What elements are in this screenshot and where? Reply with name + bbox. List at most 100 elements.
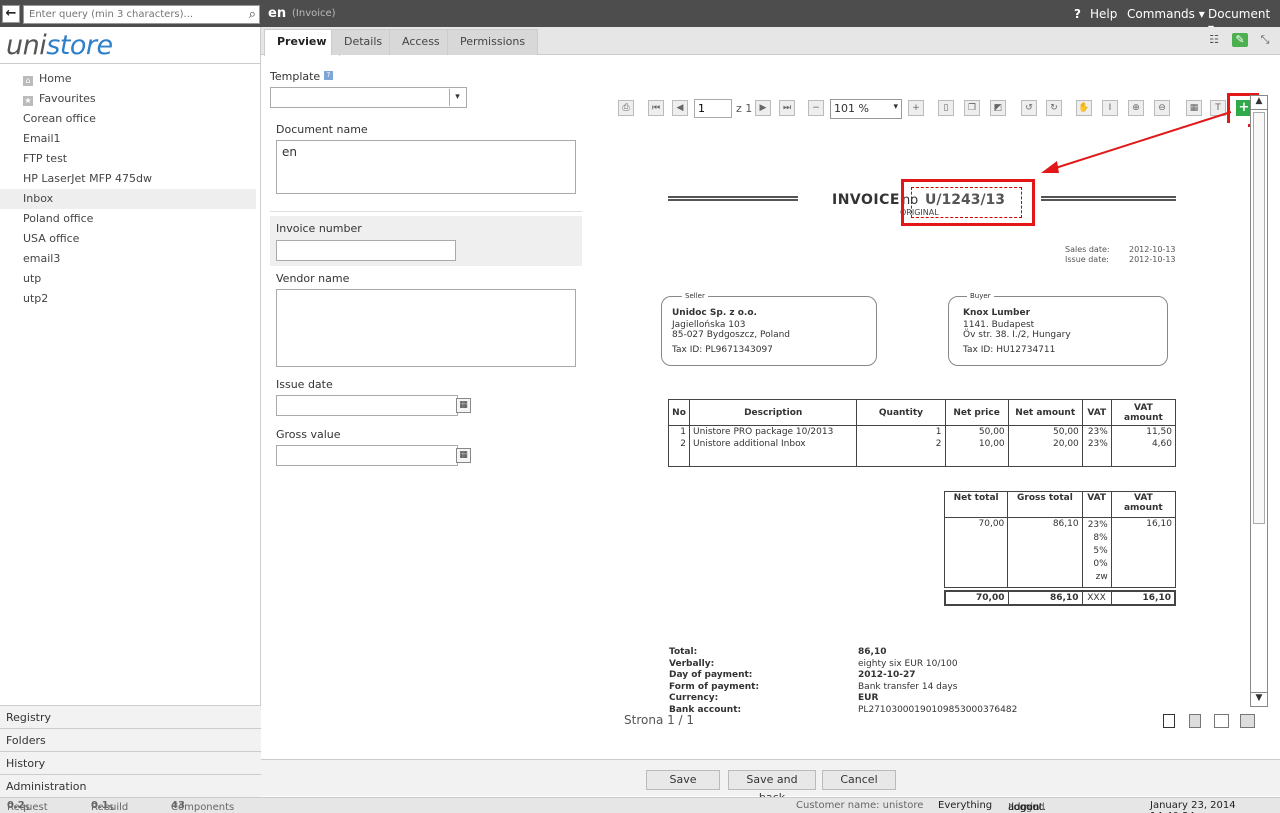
vat-rate: 8% bbox=[1093, 533, 1108, 543]
page-footer: Strona 1 / 1 bbox=[624, 713, 695, 727]
cell: 1 bbox=[856, 425, 946, 438]
sidebar-folders[interactable]: Folders bbox=[0, 728, 261, 751]
help-link[interactable]: Help bbox=[1090, 7, 1117, 21]
logo[interactable]: unistore bbox=[6, 30, 113, 61]
footer-label: Day of payment: bbox=[669, 670, 753, 680]
everything-link[interactable]: Everything bbox=[938, 800, 992, 811]
footer-labels: Total: Verbally: Day of payment: Form of… bbox=[669, 647, 759, 716]
seller-tax-id: Tax ID: PL9671343097 bbox=[672, 345, 773, 355]
issue-date-field[interactable] bbox=[276, 395, 458, 416]
calendar-icon[interactable]: ▦ bbox=[456, 448, 471, 463]
vat-rate: 5% bbox=[1093, 546, 1108, 556]
search-input[interactable] bbox=[24, 6, 236, 23]
tab-details[interactable]: Details bbox=[331, 29, 396, 55]
grid-view-icon[interactable] bbox=[1240, 714, 1255, 728]
page-fold-icon[interactable]: ◩ bbox=[990, 100, 1006, 116]
tab-preview[interactable]: Preview bbox=[264, 29, 340, 56]
vendor-name-field[interactable] bbox=[276, 289, 576, 367]
cell: 1 bbox=[667, 425, 691, 438]
cell: Unistore additional Inbox bbox=[689, 438, 858, 467]
buyer-address-1: 1141. Budapest bbox=[963, 320, 1035, 330]
document-scrollbar[interactable]: ▲ ▼ bbox=[1250, 95, 1268, 707]
sidebar-item-hp-laserjet[interactable]: HP LaserJet MFP 475dw bbox=[0, 169, 261, 189]
sidebar-item-utp2[interactable]: utp2 bbox=[0, 289, 261, 309]
previous-page-icon[interactable]: ◀ bbox=[672, 100, 688, 116]
tab-access[interactable]: Access bbox=[389, 29, 453, 55]
document-page: INVOICE no U/1243/13 ORIGINAL Sales date… bbox=[618, 123, 1248, 715]
search-icon[interactable]: ⌕ bbox=[249, 7, 256, 22]
seller-label: Seller bbox=[682, 292, 708, 300]
col-vat: VAT bbox=[1081, 399, 1112, 426]
star-icon: ★ bbox=[23, 96, 33, 106]
seller-address-1: Jagiellońska 103 bbox=[672, 320, 746, 330]
help-icon[interactable]: ? bbox=[324, 71, 333, 80]
save-button[interactable]: Save bbox=[646, 770, 720, 790]
tab-bar: Preview Details Access Permissions ☷ ✎ ⤡ bbox=[261, 27, 1280, 56]
sidebar-item-label: FTP test bbox=[23, 152, 68, 165]
sidebar-item-ftp-test[interactable]: FTP test bbox=[0, 149, 261, 169]
table-row: 1 Unistore PRO package 10/2013 1 50,00 5… bbox=[667, 425, 1177, 438]
last-page-icon[interactable]: ⏭ bbox=[779, 100, 795, 116]
footer-value: eighty six EUR 10/100 bbox=[858, 658, 958, 669]
sidebar-item-email3[interactable]: email3 bbox=[0, 249, 261, 269]
pages-icon[interactable]: ❐ bbox=[964, 100, 980, 116]
document-name-field[interactable]: en bbox=[276, 140, 576, 194]
scroll-up-icon[interactable]: ▲ bbox=[1251, 96, 1267, 110]
zoom-select[interactable]: 101 % ▾ bbox=[830, 99, 902, 119]
col-vat-amount: VAT amount bbox=[1110, 491, 1177, 518]
action-bar: Save Save and back Cancel bbox=[261, 759, 1280, 804]
sidebar-registry[interactable]: Registry bbox=[0, 705, 261, 728]
footer-value: PL27103000190109853000376482 bbox=[858, 704, 1018, 715]
tab-permissions[interactable]: Permissions bbox=[447, 29, 539, 55]
page-count: z 1 bbox=[736, 102, 753, 115]
sidebar-item-usa-office[interactable]: USA office bbox=[0, 229, 261, 249]
sidebar-item-favourites[interactable]: ★ Favourites bbox=[0, 89, 261, 109]
page-number-input[interactable] bbox=[694, 99, 732, 118]
help-icon[interactable]: ? bbox=[1074, 7, 1081, 21]
issue-date: 2012-10-13 bbox=[1129, 255, 1176, 264]
issue-date-label: Issue date bbox=[276, 378, 333, 391]
gross-value-field[interactable] bbox=[276, 445, 458, 466]
back-arrow-icon[interactable]: ← bbox=[2, 5, 20, 23]
sidebar-administration[interactable]: Administration bbox=[0, 774, 261, 797]
sidebar-item-label: Email1 bbox=[23, 132, 61, 145]
sidebar-item-label: email3 bbox=[23, 252, 61, 265]
print-icon[interactable]: ⎙ bbox=[618, 100, 634, 116]
cell: Unistore PRO package 10/2013 bbox=[689, 425, 858, 438]
cell: 70,00 bbox=[944, 590, 1009, 606]
sidebar-item-email1[interactable]: Email1 bbox=[0, 129, 261, 149]
sidebar-item-corean-office[interactable]: Corean office bbox=[0, 109, 261, 129]
scroll-thumb[interactable] bbox=[1253, 112, 1265, 524]
vat-rate: 0% bbox=[1093, 559, 1108, 569]
cell: 11,50 bbox=[1110, 425, 1177, 438]
sidebar-history[interactable]: History bbox=[0, 751, 261, 774]
fullscreen-icon[interactable]: ⤡ bbox=[1257, 33, 1273, 47]
first-page-icon[interactable]: ⏮ bbox=[648, 100, 664, 116]
list-view-icon[interactable]: ☷ bbox=[1206, 33, 1222, 47]
sidebar-item-poland-office[interactable]: Poland office bbox=[0, 209, 261, 229]
sidebar-item-inbox[interactable]: Inbox bbox=[0, 189, 256, 209]
col-quantity: Quantity bbox=[856, 399, 946, 426]
zoom-out-icon[interactable]: − bbox=[808, 100, 824, 116]
single-page-view-icon[interactable] bbox=[1163, 714, 1175, 728]
table-row: 2 Unistore additional Inbox 2 10,00 20,0… bbox=[667, 438, 1177, 467]
commands-menu[interactable]: Commands ▾ bbox=[1127, 7, 1205, 21]
edit-icon[interactable]: ✎ bbox=[1232, 33, 1248, 47]
sidebar-item-utp[interactable]: utp bbox=[0, 269, 261, 289]
invoice-number-field[interactable] bbox=[276, 240, 456, 261]
zoom-in-icon[interactable]: + bbox=[908, 100, 924, 116]
calendar-icon[interactable]: ▦ bbox=[456, 398, 471, 413]
logout-link[interactable]: logout. bbox=[1011, 802, 1046, 813]
next-page-icon[interactable]: ▶ bbox=[755, 100, 771, 116]
two-page-view-icon[interactable] bbox=[1214, 714, 1229, 728]
components-count: Components 43 bbox=[171, 800, 234, 813]
cancel-button[interactable]: Cancel bbox=[822, 770, 896, 790]
buyer-address-2: Öv str. 38. I./2, Hungary bbox=[963, 330, 1071, 340]
scroll-down-icon[interactable]: ▼ bbox=[1251, 692, 1267, 706]
page-icon[interactable]: ▯ bbox=[938, 100, 954, 116]
save-and-back-button[interactable]: Save and back bbox=[728, 770, 816, 804]
continuous-view-icon[interactable] bbox=[1189, 714, 1201, 728]
sidebar-item-home[interactable]: ⌂ Home bbox=[0, 69, 261, 89]
sidebar-item-label: Corean office bbox=[23, 112, 96, 125]
template-select[interactable]: ▾ bbox=[270, 87, 467, 108]
